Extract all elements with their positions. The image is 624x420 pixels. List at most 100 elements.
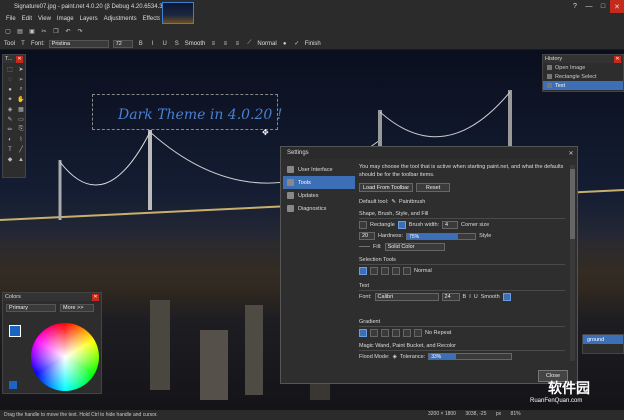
color-mode-select[interactable]: Primary — [6, 304, 56, 312]
italic-icon[interactable]: I — [469, 294, 471, 300]
line-icon[interactable]: ╱ — [16, 145, 26, 154]
color-icon[interactable]: ● — [281, 40, 289, 48]
tolerance-slider[interactable]: 33% — [428, 353, 513, 360]
font-size-select[interactable]: 72 — [112, 39, 133, 48]
magic-wand-icon[interactable]: ✦ — [5, 95, 15, 104]
text-tool-icon[interactable]: T — [19, 40, 27, 48]
gradient-spiral-icon[interactable] — [414, 329, 422, 337]
undo-icon[interactable]: ↶ — [64, 27, 72, 35]
text-smoothing-select[interactable]: Smooth — [481, 294, 500, 300]
menu-effects[interactable]: Effects — [143, 16, 161, 22]
flood-mode-icon[interactable]: ◈ — [393, 354, 397, 360]
text-tool-icon[interactable]: T — [5, 145, 15, 154]
copy-icon[interactable]: ❐ — [52, 27, 60, 35]
cut-icon[interactable]: ✂ — [40, 27, 48, 35]
fill-select[interactable]: Solid Color — [384, 243, 445, 251]
menu-adjustments[interactable]: Adjustments — [104, 16, 137, 22]
selection-replace-icon[interactable] — [359, 267, 367, 275]
gradient-radial-icon[interactable] — [392, 329, 400, 337]
brush-width-field[interactable]: 4 — [442, 221, 459, 229]
finish-icon[interactable]: ✓ — [293, 40, 301, 48]
corner-size-field[interactable]: 20 — [359, 232, 375, 240]
maximize-icon[interactable]: □ — [596, 0, 610, 13]
selection-intersect-icon[interactable] — [392, 267, 400, 275]
history-item[interactable]: Rectangle Select — [543, 72, 623, 81]
menu-edit[interactable]: Edit — [22, 16, 32, 22]
redo-icon[interactable]: ↷ — [76, 27, 84, 35]
save-icon[interactable]: ▣ — [28, 27, 36, 35]
menu-view[interactable]: View — [38, 16, 51, 22]
paintbrush-icon[interactable]: ✎ — [5, 115, 15, 124]
unit-select[interactable]: px — [496, 411, 501, 417]
draw-mode-icon[interactable] — [397, 221, 406, 229]
shape-select[interactable]: Rectangle — [370, 222, 395, 228]
strike-icon[interactable]: S — [173, 40, 181, 48]
zoom-level[interactable]: 81% — [511, 411, 521, 417]
help-icon[interactable]: ? — [568, 0, 582, 13]
gradient-icon[interactable]: ▦ — [16, 105, 26, 114]
font-select[interactable]: Pristina — [48, 39, 109, 48]
eyedropper-icon[interactable]: ⌇ — [16, 135, 26, 144]
color-wheel[interactable] — [31, 323, 99, 391]
settings-scrollbar[interactable] — [570, 165, 575, 361]
align-left-icon[interactable] — [502, 293, 511, 301]
close-icon[interactable]: ✕ — [610, 0, 624, 13]
align-left-icon[interactable]: ≡ — [209, 40, 217, 48]
nav-user-interface[interactable]: User Interface — [283, 163, 355, 176]
zoom-icon[interactable]: ⌕ — [16, 85, 26, 94]
gradient-repeat-select[interactable]: No Repeat — [425, 330, 451, 336]
canvas-text[interactable]: Dark Theme in 4.0.20 ! — [118, 107, 282, 123]
new-icon[interactable]: ▢ — [4, 27, 12, 35]
selection-xor-icon[interactable] — [403, 267, 411, 275]
underline-icon[interactable]: U — [161, 40, 169, 48]
more-button[interactable]: More >> — [60, 304, 94, 312]
pencil-icon[interactable]: ✏ — [5, 125, 15, 134]
gradient-diamond-icon[interactable] — [381, 329, 389, 337]
primary-color-swatch[interactable] — [9, 325, 21, 337]
menu-file[interactable]: File — [6, 16, 16, 22]
smoothing-select[interactable]: Smooth — [185, 41, 206, 47]
menu-layers[interactable]: Layers — [80, 16, 98, 22]
close-icon[interactable]: ✕ — [614, 55, 621, 63]
blend-mode-select[interactable]: Normal — [257, 41, 276, 47]
italic-icon[interactable]: I — [149, 40, 157, 48]
open-icon[interactable]: ▤ — [16, 27, 24, 35]
reset-button[interactable]: Reset — [416, 183, 451, 192]
text-font-select[interactable]: Calibri — [374, 293, 439, 301]
bold-icon[interactable]: B — [463, 294, 467, 300]
ellipse-select-icon[interactable]: ● — [5, 85, 15, 94]
palette-swatch[interactable] — [9, 381, 17, 389]
move-icon[interactable]: ➤ — [16, 65, 26, 74]
antialias-icon[interactable]: ⟋ — [245, 40, 253, 48]
history-item[interactable]: Open Image — [543, 63, 623, 72]
move-selection-icon[interactable]: ➢ — [16, 75, 26, 84]
load-from-toolbar-button[interactable]: Load From Toolbar — [359, 183, 414, 192]
minimize-icon[interactable]: — — [582, 0, 596, 13]
selection-exclude-icon[interactable] — [381, 267, 389, 275]
dash-style-icon[interactable]: —— — [359, 244, 370, 250]
move-handle-icon[interactable]: ✥ — [262, 128, 269, 137]
selection-union-icon[interactable] — [370, 267, 378, 275]
nav-tools[interactable]: Tools — [283, 176, 355, 189]
pan-icon[interactable]: ✋ — [16, 95, 26, 104]
default-tool-select[interactable]: Paintbrush — [399, 199, 425, 205]
nav-diagnostics[interactable]: Diagnostics — [283, 202, 355, 215]
close-icon[interactable]: ✕ — [92, 293, 99, 301]
underline-icon[interactable]: U — [474, 294, 478, 300]
close-icon[interactable]: ✕ — [567, 149, 575, 157]
hardness-slider[interactable]: 75% — [406, 232, 477, 240]
gradient-linear-icon[interactable] — [359, 329, 367, 337]
close-icon[interactable]: ✕ — [16, 55, 23, 63]
finish-button[interactable]: Finish — [305, 41, 321, 47]
gradient-conical-icon[interactable] — [403, 329, 411, 337]
image-thumbnail[interactable] — [162, 2, 194, 24]
text-size-select[interactable]: 24 — [441, 293, 460, 301]
align-right-icon[interactable]: ≡ — [233, 40, 241, 48]
select-rect-icon[interactable]: ⬚ — [5, 65, 15, 74]
nav-updates[interactable]: Updates — [283, 189, 355, 202]
history-item-selected[interactable]: Text — [543, 81, 623, 90]
shape-icon[interactable]: ▲ — [16, 155, 26, 164]
align-center-icon[interactable]: ≡ — [221, 40, 229, 48]
gradient-reflected-icon[interactable] — [370, 329, 378, 337]
eraser-icon[interactable]: ▭ — [16, 115, 26, 124]
